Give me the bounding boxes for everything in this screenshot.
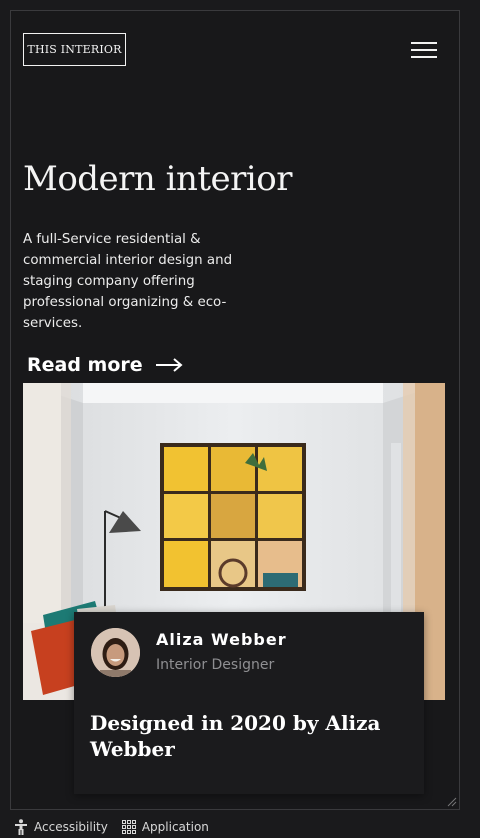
- application-label: Application: [141, 820, 209, 834]
- card-title: Designed in 2020 by Aliza Webber: [90, 711, 381, 761]
- read-more-link[interactable]: Read more: [27, 354, 183, 376]
- grid-icon: [121, 820, 136, 834]
- arrow-right-icon: [155, 358, 183, 372]
- avatar: [91, 628, 140, 677]
- accessibility-button[interactable]: Accessibility: [14, 819, 108, 835]
- devtools-statusbar: Accessibility Application: [0, 816, 480, 838]
- site-logo[interactable]: THIS INTERIOR: [23, 33, 126, 66]
- hamburger-menu-icon[interactable]: [411, 40, 437, 60]
- browser-viewport: THIS INTERIOR Modern interior A full-Ser…: [10, 10, 460, 810]
- hero-description: A full-Service residential & commercial …: [23, 232, 233, 331]
- application-button[interactable]: Application: [121, 820, 209, 834]
- resize-grip-icon[interactable]: [447, 797, 457, 807]
- hero-title: Modern interior: [23, 159, 293, 199]
- logo-text: THIS INTERIOR: [27, 43, 122, 56]
- designer-card[interactable]: Aliza Webber Interior Designer Designed …: [74, 612, 424, 794]
- designer-role: Interior Designer: [156, 657, 275, 673]
- accessibility-label: Accessibility: [34, 820, 108, 834]
- designer-name: Aliza Webber: [156, 630, 287, 649]
- accessibility-icon: [15, 819, 27, 835]
- read-more-label: Read more: [27, 354, 143, 376]
